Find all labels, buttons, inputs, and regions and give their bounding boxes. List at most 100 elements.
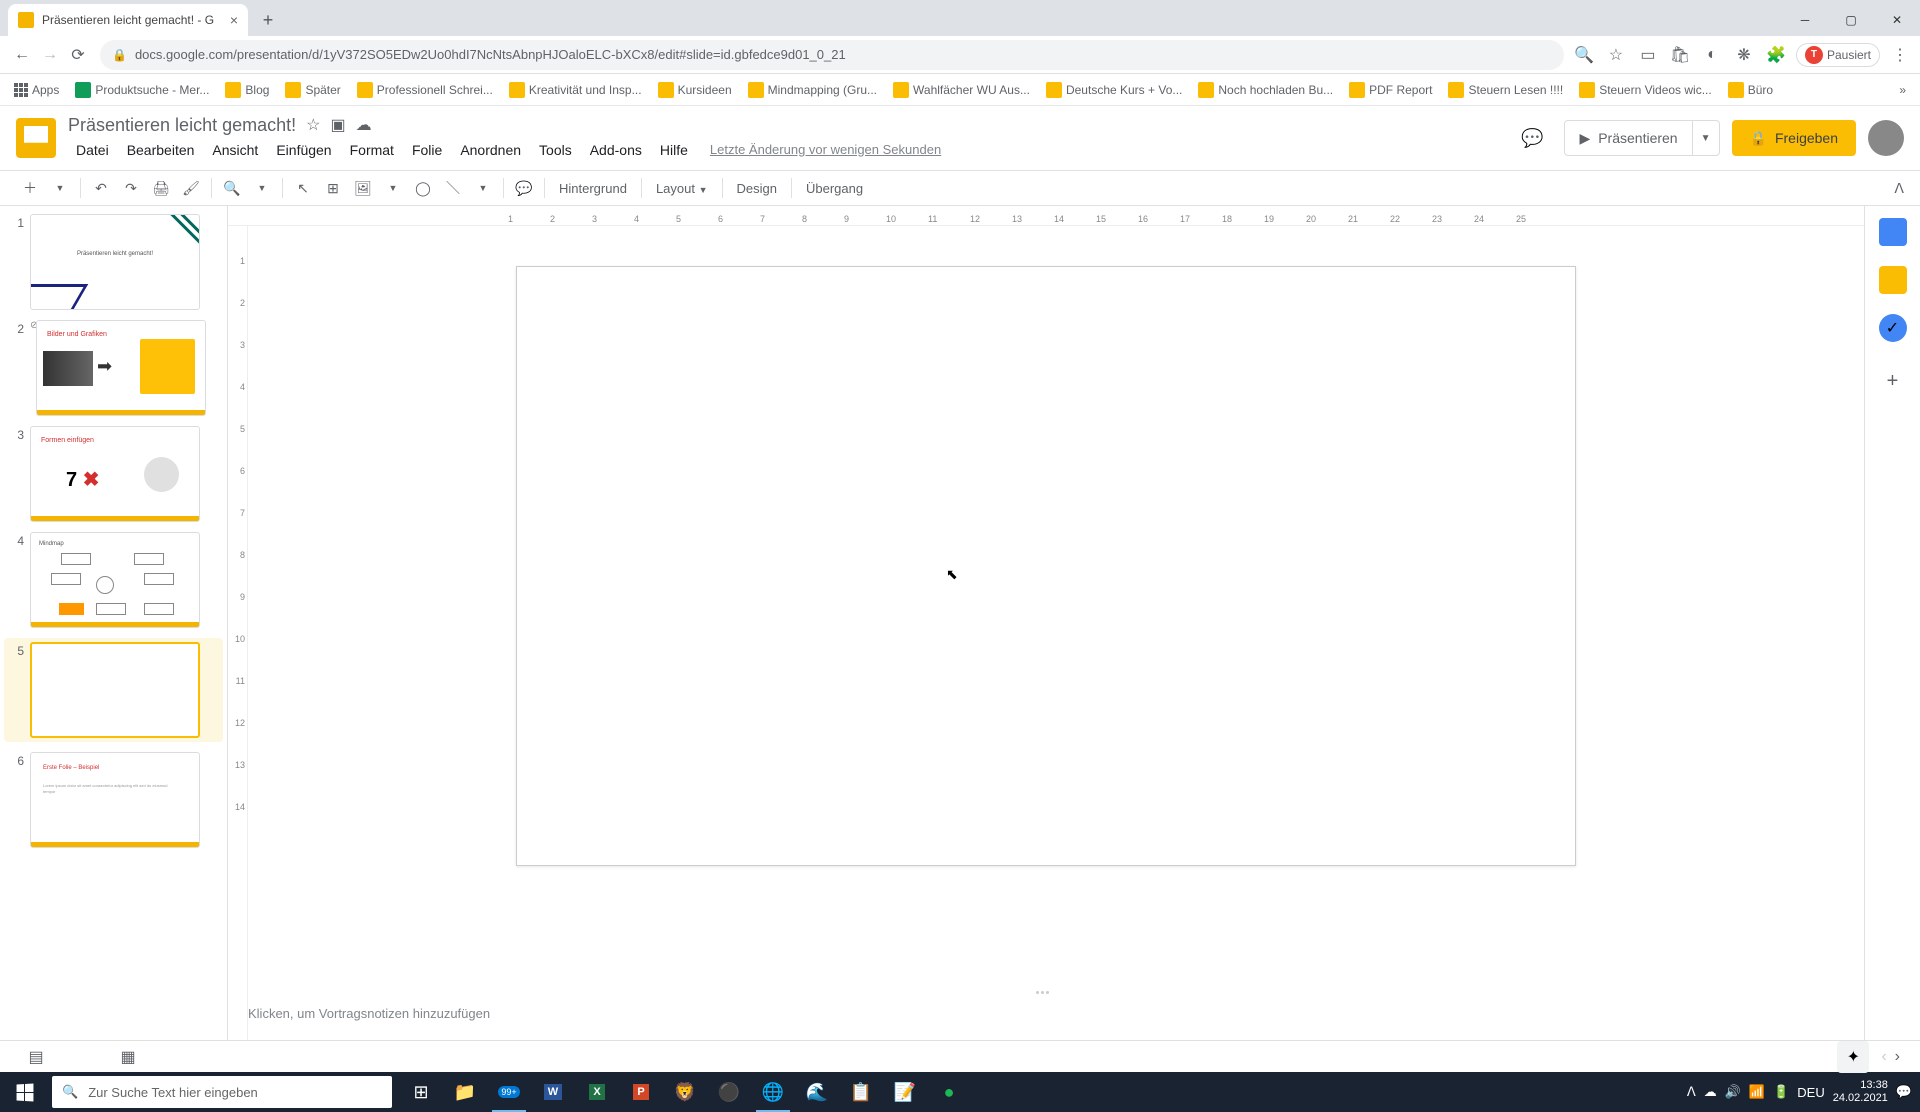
menu-folie[interactable]: Folie (404, 138, 450, 162)
move-document-icon[interactable]: ▣ (330, 115, 345, 135)
new-slide-dropdown[interactable]: ▼ (46, 174, 74, 202)
bookmark-item[interactable]: Wahlfächer WU Aus... (887, 78, 1036, 102)
brave-icon[interactable]: 🦁 (664, 1072, 706, 1112)
bookmark-item[interactable]: Später (279, 78, 346, 102)
spotify-icon[interactable]: ● (928, 1072, 970, 1112)
notes-resize-handle[interactable] (228, 988, 1864, 996)
extensions-button[interactable]: 🧩 (1764, 43, 1788, 67)
url-input[interactable]: 🔒 docs.google.com/presentation/d/1yV372S… (100, 40, 1564, 70)
slide-thumbnail-1[interactable]: Präsentieren leicht gemacht! (30, 214, 200, 310)
menu-einfuegen[interactable]: Einfügen (268, 138, 339, 162)
cloud-status-icon[interactable]: ☁ (356, 115, 372, 135)
undo-button[interactable]: ↶ (87, 174, 115, 202)
battery-icon[interactable]: 🔋 (1773, 1084, 1789, 1100)
bookmark-item[interactable]: PDF Report (1343, 78, 1438, 102)
line-dropdown[interactable]: ▼ (469, 174, 497, 202)
taskbar-search[interactable]: 🔍 Zur Suche Text hier eingeben (52, 1076, 392, 1108)
line-button[interactable]: ＼ (439, 174, 467, 202)
obs-icon[interactable]: ⚫ (708, 1072, 750, 1112)
comment-button[interactable]: 💬 (510, 174, 538, 202)
next-button[interactable]: › (1895, 1048, 1900, 1066)
language-indicator[interactable]: DEU (1797, 1085, 1824, 1100)
share-button[interactable]: 🔒 Freigeben (1732, 120, 1856, 156)
new-slide-button[interactable]: ＋ (16, 174, 44, 202)
select-tool-button[interactable]: ↖ (289, 174, 317, 202)
slide-thumbnail-5[interactable] (30, 642, 200, 738)
slide-thumbnail-4[interactable]: Mindmap (30, 532, 200, 628)
maximize-button[interactable]: ▢ (1828, 4, 1874, 36)
background-button[interactable]: Hintergrund (551, 181, 635, 196)
explore-button[interactable]: ✦ (1837, 1041, 1869, 1073)
image-button[interactable]: 🖼 (349, 174, 377, 202)
start-button[interactable] (0, 1072, 48, 1112)
slides-logo-icon[interactable] (16, 118, 56, 158)
apps-button[interactable]: Apps (8, 79, 65, 101)
reload-button[interactable]: ⟳ (64, 41, 92, 69)
tasks-icon[interactable]: ✓ (1879, 314, 1907, 342)
add-addon-button[interactable]: + (1887, 370, 1899, 393)
tray-expand-icon[interactable]: ᐱ (1687, 1084, 1696, 1100)
layout-button[interactable]: Layout ▼ (648, 181, 716, 196)
forward-button[interactable]: → (36, 41, 64, 69)
excel-icon[interactable]: X (576, 1072, 618, 1112)
bookmark-item[interactable]: Steuern Lesen !!!! (1442, 78, 1569, 102)
browser-tab[interactable]: Präsentieren leicht gemacht! - G × (8, 4, 248, 36)
bookmark-item[interactable]: Professionell Schrei... (351, 78, 499, 102)
menu-ansicht[interactable]: Ansicht (204, 138, 266, 162)
menu-format[interactable]: Format (342, 138, 402, 162)
new-tab-button[interactable]: + (254, 6, 282, 34)
zoom-button[interactable]: 🔍 (218, 174, 246, 202)
collapse-toolbar-button[interactable]: ᐱ (1894, 180, 1904, 197)
onedrive-icon[interactable]: ☁ (1704, 1084, 1717, 1100)
app-icon-1[interactable]: 📋 (840, 1072, 882, 1112)
chrome-icon[interactable]: 🌐 (752, 1072, 794, 1112)
slide-stage[interactable]: ⬉ (228, 226, 1864, 988)
transition-button[interactable]: Übergang (798, 181, 871, 196)
slide-canvas[interactable] (516, 266, 1576, 866)
bookmark-item[interactable]: Büro (1722, 78, 1779, 102)
powerpoint-icon[interactable]: P (620, 1072, 662, 1112)
menu-tools[interactable]: Tools (531, 138, 580, 162)
menu-bearbeiten[interactable]: Bearbeiten (119, 138, 203, 162)
menu-datei[interactable]: Datei (68, 138, 117, 162)
tab-close-icon[interactable]: × (230, 12, 238, 28)
calendar-icon[interactable] (1879, 218, 1907, 246)
volume-icon[interactable]: 🔊 (1725, 1084, 1741, 1100)
doc-title[interactable]: Präsentieren leicht gemacht! (68, 115, 296, 136)
design-button[interactable]: Design (729, 181, 785, 196)
task-view-button[interactable]: ⊞ (400, 1072, 442, 1112)
bookmark-item[interactable]: Steuern Videos wic... (1573, 78, 1718, 102)
mail-icon[interactable]: 99+ (488, 1072, 530, 1112)
speaker-notes[interactable]: Klicken, um Vortragsnotizen hinzuzufügen (228, 996, 1864, 1040)
clock[interactable]: 13:38 24.02.2021 (1833, 1079, 1888, 1105)
extension-icon-3[interactable]: ❋ (1732, 43, 1756, 67)
paint-format-button[interactable]: 🖌 (177, 174, 205, 202)
textbox-button[interactable]: ⊞ (319, 174, 347, 202)
star-document-icon[interactable]: ☆ (306, 115, 320, 135)
keep-icon[interactable] (1879, 266, 1907, 294)
star-icon[interactable]: ☆ (1604, 43, 1628, 67)
filmstrip-view-button[interactable]: ▤ (20, 1045, 52, 1069)
bookmark-item[interactable]: Blog (219, 78, 275, 102)
file-explorer-icon[interactable]: 📁 (444, 1072, 486, 1112)
print-button[interactable]: 🖨 (147, 174, 175, 202)
menu-addons[interactable]: Add-ons (582, 138, 650, 162)
close-window-button[interactable]: ✕ (1874, 4, 1920, 36)
chrome-menu-button[interactable]: ⋮ (1888, 43, 1912, 67)
wifi-icon[interactable]: 📶 (1749, 1084, 1765, 1100)
image-dropdown[interactable]: ▼ (379, 174, 407, 202)
account-avatar[interactable] (1868, 120, 1904, 156)
bookmark-item[interactable]: Kursideen (652, 78, 738, 102)
ruler-horizontal[interactable]: 1234567891011121314151617181920212223242… (228, 206, 1864, 226)
notifications-icon[interactable]: 💬 (1896, 1084, 1912, 1100)
extension-icon-2[interactable]: ◐ (1700, 43, 1724, 67)
grid-view-button[interactable]: ▦ (112, 1045, 144, 1069)
redo-button[interactable]: ↷ (117, 174, 145, 202)
prev-button[interactable]: ‹ (1881, 1048, 1886, 1066)
zoom-icon[interactable]: 🔍 (1572, 43, 1596, 67)
slide-thumbnail-panel[interactable]: 1 Präsentieren leicht gemacht! 2 ⊘ Bilde… (0, 206, 228, 1040)
bookmark-item[interactable]: Noch hochladen Bu... (1192, 78, 1339, 102)
bookmark-item[interactable]: Kreativität und Insp... (503, 78, 648, 102)
present-dropdown-button[interactable]: ▼ (1693, 133, 1719, 144)
comments-button[interactable]: 💬 (1512, 118, 1552, 158)
